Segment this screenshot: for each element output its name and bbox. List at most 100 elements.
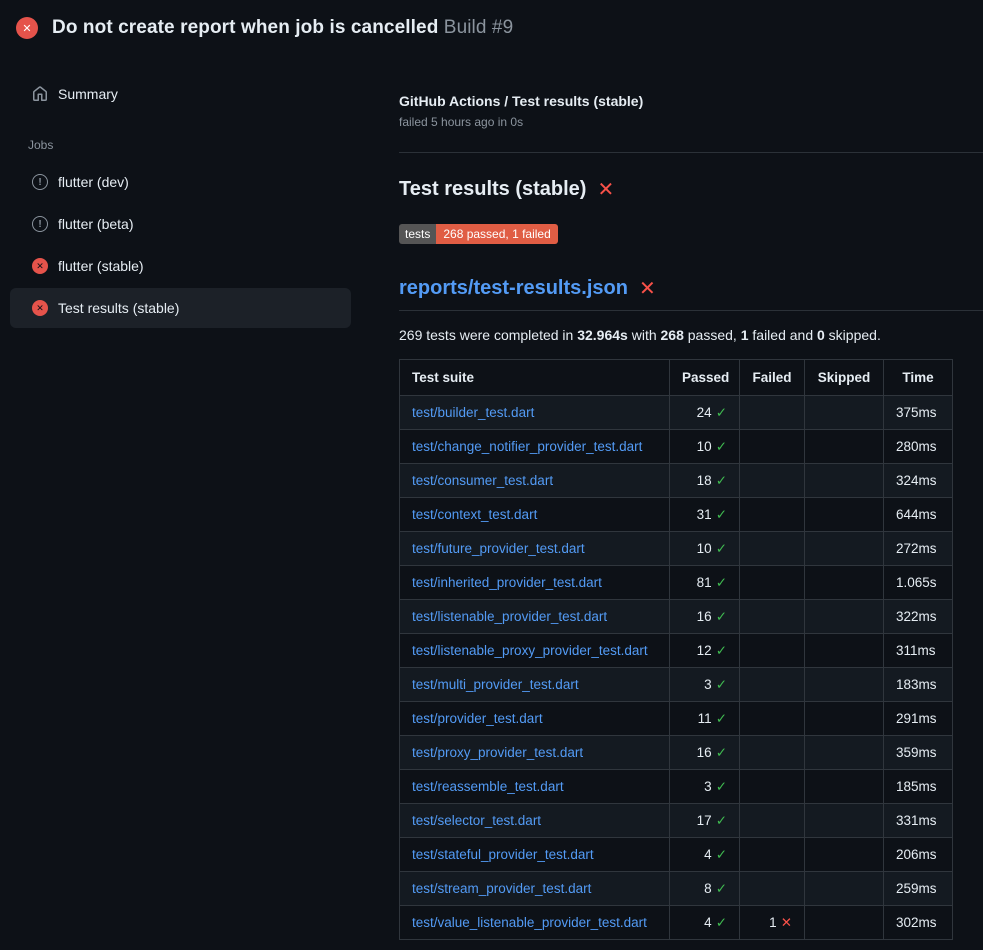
check-icon: ✓ [716, 473, 727, 488]
passed-count: 24 [697, 405, 712, 420]
passed-count: 4 [704, 847, 712, 862]
check-icon: ✓ [716, 847, 727, 862]
suite-link[interactable]: test/stream_provider_test.dart [412, 881, 591, 896]
suite-link[interactable]: test/value_listenable_provider_test.dart [412, 915, 647, 930]
suite-cell: test/value_listenable_provider_test.dart [400, 906, 670, 940]
time-cell: 206ms [884, 838, 953, 872]
check-icon: ✓ [716, 677, 727, 692]
suite-cell: test/provider_test.dart [400, 702, 670, 736]
failed-cell [740, 770, 805, 804]
suite-link[interactable]: test/stateful_provider_test.dart [412, 847, 594, 862]
passed-count: 10 [697, 439, 712, 454]
suite-link[interactable]: test/proxy_provider_test.dart [412, 745, 583, 760]
table-row: test/future_provider_test.dart 10✓ 272ms [400, 532, 953, 566]
passed-count: 12 [697, 643, 712, 658]
tests-badge: tests 268 passed, 1 failed [399, 224, 558, 244]
suite-link[interactable]: test/change_notifier_provider_test.dart [412, 439, 642, 454]
suite-link[interactable]: test/provider_test.dart [412, 711, 543, 726]
job-label: flutter (beta) [58, 216, 133, 232]
suite-link[interactable]: test/context_test.dart [412, 507, 537, 522]
passed-count: 81 [697, 575, 712, 590]
table-row: test/selector_test.dart 17✓ 331ms [400, 804, 953, 838]
passed-cell: 4✓ [670, 906, 740, 940]
time-cell: 375ms [884, 396, 953, 430]
column-header-passed: Passed [670, 360, 740, 396]
skipped-cell [805, 702, 884, 736]
column-header-failed: Failed [740, 360, 805, 396]
check-icon: ✓ [716, 609, 727, 624]
suite-cell: test/listenable_proxy_provider_test.dart [400, 634, 670, 668]
jobs-section-label: Jobs [28, 138, 383, 152]
home-icon [32, 86, 48, 102]
passed-cell: 31✓ [670, 498, 740, 532]
suite-cell: test/builder_test.dart [400, 396, 670, 430]
suite-link[interactable]: test/listenable_provider_test.dart [412, 609, 607, 624]
table-row: test/consumer_test.dart 18✓ 324ms [400, 464, 953, 498]
failed-cell [740, 702, 805, 736]
suite-cell: test/reassemble_test.dart [400, 770, 670, 804]
badge-label: tests [399, 224, 436, 244]
time-cell: 324ms [884, 464, 953, 498]
test-table-body: test/builder_test.dart 24✓ 375ms test/ch… [400, 396, 953, 940]
column-header-test-suite: Test suite [400, 360, 670, 396]
failed-cell [740, 838, 805, 872]
passed-count: 10 [697, 541, 712, 556]
sidebar-item-summary[interactable]: Summary [10, 74, 351, 114]
failed-x-icon: ✕ [639, 276, 656, 301]
passed-cell: 10✓ [670, 532, 740, 566]
suite-link[interactable]: test/multi_provider_test.dart [412, 677, 579, 692]
time-cell: 259ms [884, 872, 953, 906]
failed-x-icon: ✕ [597, 177, 614, 202]
run-title: Do not create report when job is cancell… [52, 17, 513, 39]
sidebar-item-flutter-beta[interactable]: ! flutter (beta) [10, 204, 351, 244]
failed-cell [740, 736, 805, 770]
run-failed-x-circle-icon: ✕ [16, 17, 38, 39]
sidebar-item-flutter-stable[interactable]: ✕ flutter (stable) [10, 246, 351, 286]
time-cell: 183ms [884, 668, 953, 702]
sidebar-item-test-results-stable[interactable]: ✕ Test results (stable) [10, 288, 351, 328]
suite-cell: test/multi_provider_test.dart [400, 668, 670, 702]
suite-link[interactable]: test/reassemble_test.dart [412, 779, 564, 794]
job-label: flutter (stable) [58, 258, 144, 274]
suite-link[interactable]: test/inherited_provider_test.dart [412, 575, 602, 590]
suite-link[interactable]: test/consumer_test.dart [412, 473, 553, 488]
report-title: reports/test-results.json ✕ [399, 276, 983, 311]
sidebar-jobs: ! flutter (dev) ! flutter (beta) ✕ flutt… [0, 162, 383, 328]
sidebar-item-flutter-dev[interactable]: ! flutter (dev) [10, 162, 351, 202]
summary-text: failed and [749, 327, 818, 343]
suite-cell: test/context_test.dart [400, 498, 670, 532]
test-results-table: Test suitePassedFailedSkippedTime test/b… [399, 359, 953, 940]
skipped-cell [805, 566, 884, 600]
skipped-cell [805, 430, 884, 464]
passed-count: 17 [697, 813, 712, 828]
suite-link[interactable]: test/builder_test.dart [412, 405, 534, 420]
report-link[interactable]: reports/test-results.json [399, 277, 628, 300]
suite-link[interactable]: test/listenable_proxy_provider_test.dart [412, 643, 648, 658]
run-status-line: failed 5 hours ago in 0s [399, 115, 983, 129]
failed-cell [740, 396, 805, 430]
time-cell: 359ms [884, 736, 953, 770]
failed-cell [740, 498, 805, 532]
passed-cell: 4✓ [670, 838, 740, 872]
table-row: test/listenable_provider_test.dart 16✓ 3… [400, 600, 953, 634]
passed-count: 11 [698, 711, 712, 726]
passed-cell: 3✓ [670, 668, 740, 702]
skipped-cell [805, 838, 884, 872]
time-cell: 644ms [884, 498, 953, 532]
section-title: Test results (stable)✕ [399, 177, 983, 202]
alert-circle-icon: ! [32, 216, 48, 232]
suite-link[interactable]: test/future_provider_test.dart [412, 541, 585, 556]
time-cell: 272ms [884, 532, 953, 566]
alert-circle-icon: ! [32, 174, 48, 190]
run-title-text: Do not create report when job is cancell… [52, 17, 438, 38]
passed-cell: 11✓ [670, 702, 740, 736]
failed-cell [740, 430, 805, 464]
table-row: test/stateful_provider_test.dart 4✓ 206m… [400, 838, 953, 872]
suite-link[interactable]: test/selector_test.dart [412, 813, 541, 828]
passed-cell: 10✓ [670, 430, 740, 464]
suite-cell: test/future_provider_test.dart [400, 532, 670, 566]
table-header-row: Test suitePassedFailedSkippedTime [400, 360, 953, 396]
check-icon: ✓ [716, 745, 727, 760]
table-row: test/builder_test.dart 24✓ 375ms [400, 396, 953, 430]
time-cell: 1.065s [884, 566, 953, 600]
